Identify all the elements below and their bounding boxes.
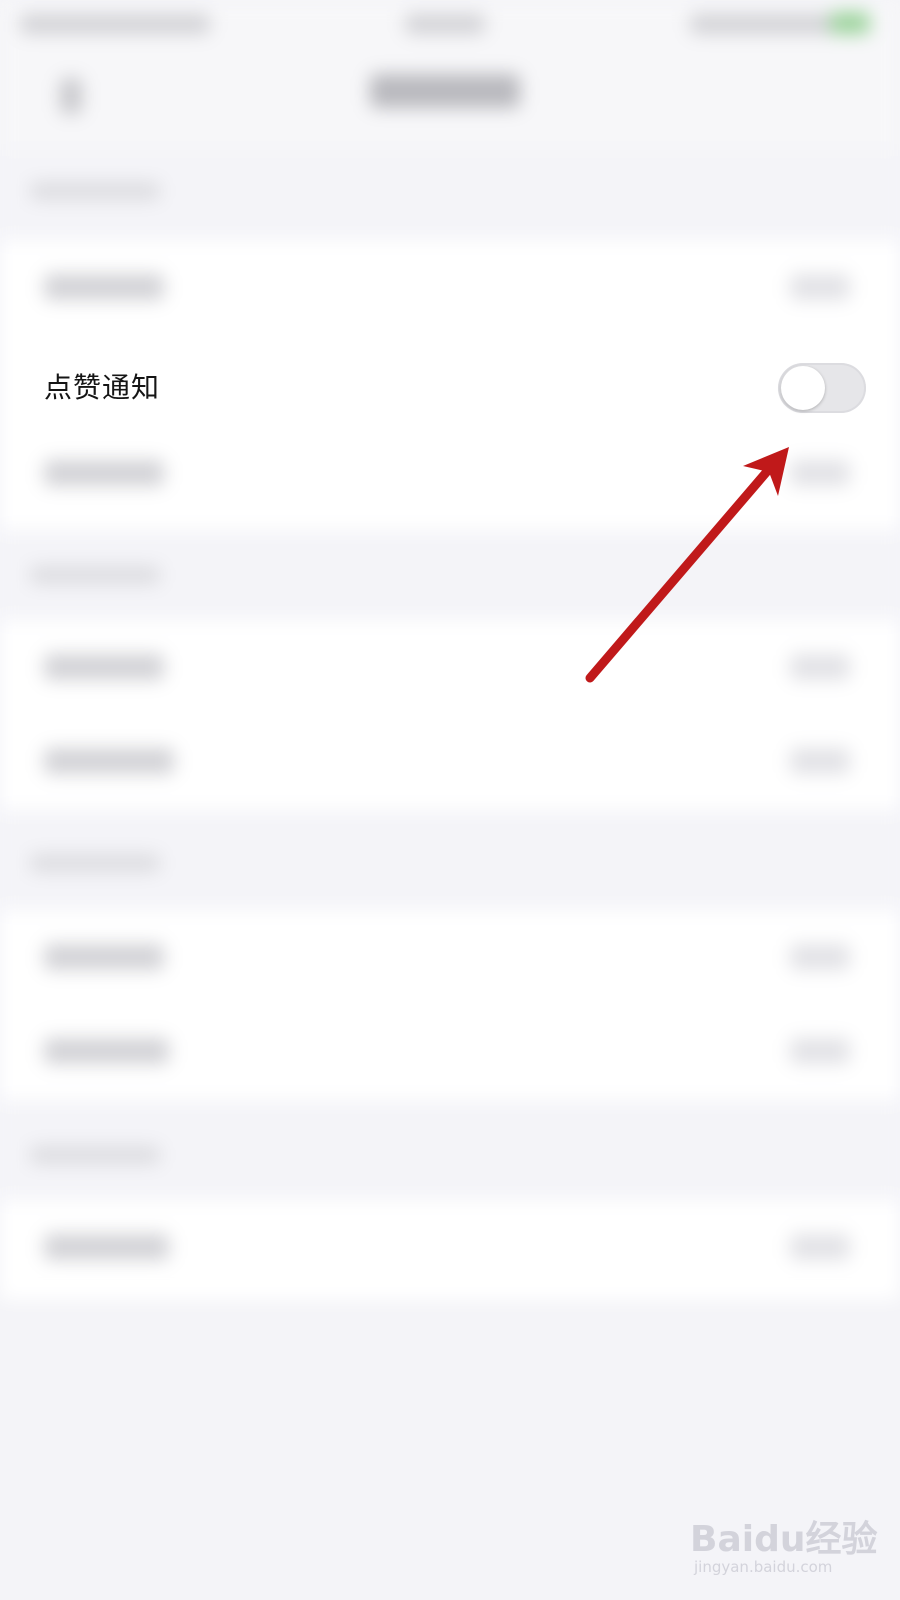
arrow-head <box>743 447 789 496</box>
like-notification-toggle[interactable] <box>778 363 866 413</box>
status-bar <box>0 0 900 50</box>
arrow-shaft <box>585 463 775 683</box>
like-notification-label: 点赞通知 <box>44 371 161 404</box>
toggle-knob <box>781 366 825 410</box>
navigation-bar <box>0 50 900 150</box>
baidu-jingyan-watermark: Baidu经验 jingyan.baidu.com <box>690 1500 877 1580</box>
blurred-background <box>0 0 900 1330</box>
watermark-url: jingyan.baidu.com <box>694 1558 833 1576</box>
watermark-logo: Baidu经验 <box>690 1519 878 1560</box>
settings-screen: 点赞通知 Baidu经验 jingyan.baidu.com <box>0 0 900 1600</box>
annotation-arrow <box>585 447 789 683</box>
